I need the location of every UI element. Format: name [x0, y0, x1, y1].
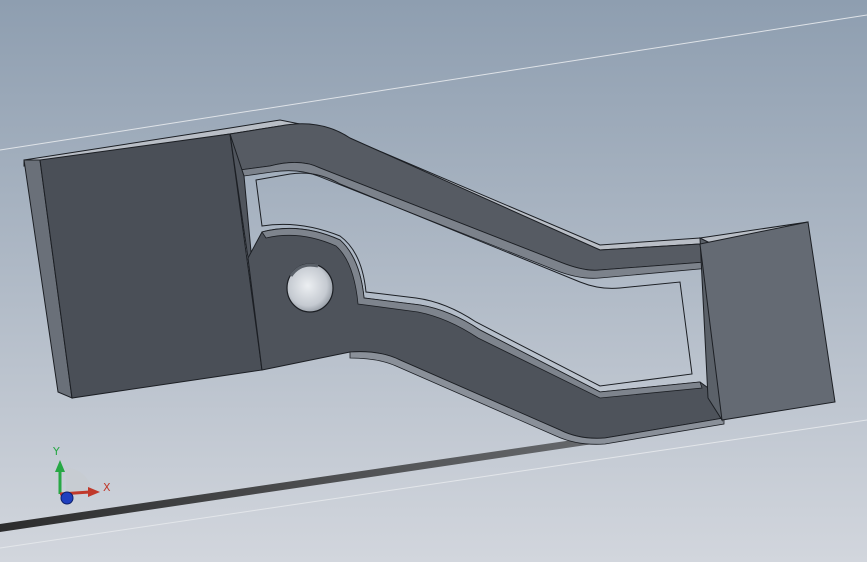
model-scene[interactable]: Y X	[0, 0, 867, 562]
left-block-face[interactable]	[39, 133, 263, 399]
triad-y-label: Y	[52, 445, 60, 458]
graphics-viewport[interactable]: Y X	[0, 0, 867, 562]
triad-z-axis	[60, 491, 74, 505]
triad-x-label: X	[103, 481, 111, 494]
